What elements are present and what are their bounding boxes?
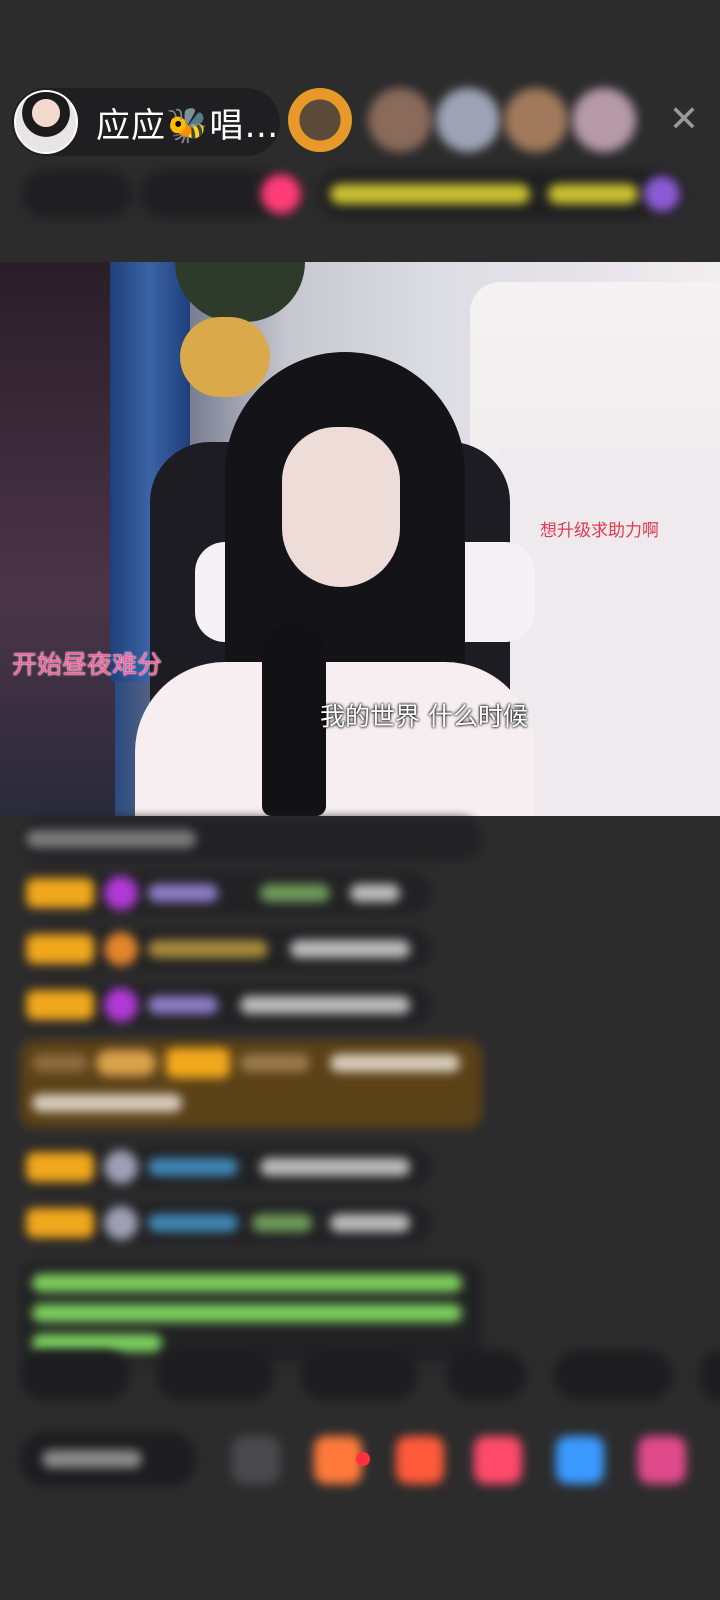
quick-tag-5[interactable] — [554, 1350, 672, 1400]
notice-marquee[interactable] — [318, 170, 686, 218]
quick-tag-3[interactable] — [300, 1350, 418, 1400]
red-packet-icon[interactable] — [396, 1436, 444, 1484]
lyric-right: 我的世界 什么时候 — [320, 702, 528, 731]
video-plant — [175, 262, 305, 322]
quick-tag-1[interactable] — [20, 1350, 130, 1400]
more-apps-icon[interactable] — [638, 1436, 686, 1484]
wish-text: 想升级求助力啊 — [540, 521, 659, 541]
chat-message — [20, 984, 432, 1026]
video-streamer-face — [282, 427, 400, 587]
anchor-name: 应应🐝唱… — [96, 105, 280, 146]
video-plush-toys — [180, 317, 270, 397]
top-viewer-avatar-5[interactable] — [572, 88, 636, 152]
chat-input[interactable] — [20, 1432, 196, 1486]
highlight-chat-message — [20, 1040, 482, 1128]
anchor-info-pill[interactable]: 应应🐝唱… — [12, 88, 280, 156]
lyric-left: 开始昼夜难分 — [12, 650, 163, 679]
heart-icon[interactable] — [474, 1436, 522, 1484]
notification-dot — [356, 1452, 370, 1466]
quick-tag-2[interactable] — [156, 1350, 274, 1400]
video-streamer-body — [135, 662, 535, 816]
anchor-avatar[interactable] — [14, 90, 78, 154]
chat-message — [20, 818, 482, 860]
emoji-icon[interactable] — [232, 1436, 280, 1484]
quick-tag-4[interactable] — [446, 1350, 526, 1400]
quick-tag-6[interactable] — [700, 1350, 720, 1400]
chat-message — [20, 928, 432, 970]
close-icon[interactable]: ✕ — [664, 100, 704, 140]
chat-message — [20, 1202, 432, 1244]
chat-message — [20, 1146, 432, 1188]
top-viewer-avatar-1[interactable] — [288, 88, 352, 152]
top-viewer-avatar-2[interactable] — [368, 88, 432, 152]
video-window — [0, 262, 115, 816]
chat-message — [20, 872, 432, 914]
top-viewer-avatar-4[interactable] — [504, 88, 568, 152]
gift-box-icon[interactable] — [314, 1436, 362, 1484]
rank-pill[interactable] — [140, 170, 305, 218]
live-video[interactable]: 开始昼夜难分 我的世界 什么时候 想升级求助力啊 — [0, 262, 720, 816]
level-pill[interactable] — [22, 170, 132, 218]
video-microphone — [262, 624, 326, 816]
game-icon[interactable] — [556, 1436, 604, 1484]
top-viewer-avatar-3[interactable] — [436, 88, 500, 152]
system-notice-message — [20, 1262, 482, 1362]
